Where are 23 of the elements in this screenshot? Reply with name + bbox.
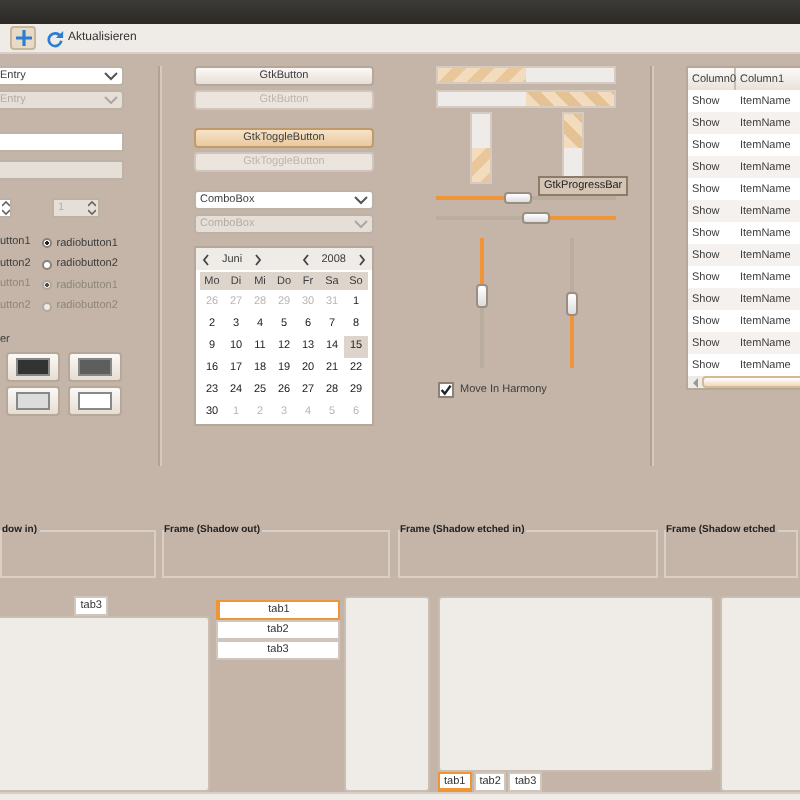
slider-thumb[interactable] xyxy=(503,192,531,204)
plus-icon xyxy=(15,30,31,46)
checkbox[interactable] xyxy=(438,382,454,398)
slider-thumb[interactable] xyxy=(521,212,549,224)
radio-button[interactable] xyxy=(42,259,53,270)
chevron-left-icon[interactable] xyxy=(301,253,310,265)
chevron-right-icon[interactable] xyxy=(254,253,263,265)
refresh-icon xyxy=(46,29,64,47)
spin-arrows-icon xyxy=(88,200,96,216)
chevron-right-icon[interactable] xyxy=(358,253,366,265)
chevron-left-icon[interactable] xyxy=(202,253,210,265)
arrow-left-icon[interactable] xyxy=(692,377,700,387)
color-button[interactable] xyxy=(68,386,122,416)
text-field[interactable] xyxy=(0,132,124,152)
color-button[interactable] xyxy=(6,352,60,382)
spin-button[interactable] xyxy=(0,198,12,218)
slider-thumb[interactable] xyxy=(566,291,578,315)
color-button[interactable] xyxy=(6,386,60,416)
spin-arrows-icon xyxy=(2,200,10,216)
slider-thumb[interactable] xyxy=(476,284,488,309)
add-button[interactable] xyxy=(10,26,36,50)
color-button[interactable] xyxy=(68,352,122,382)
radio-button[interactable] xyxy=(42,238,53,249)
